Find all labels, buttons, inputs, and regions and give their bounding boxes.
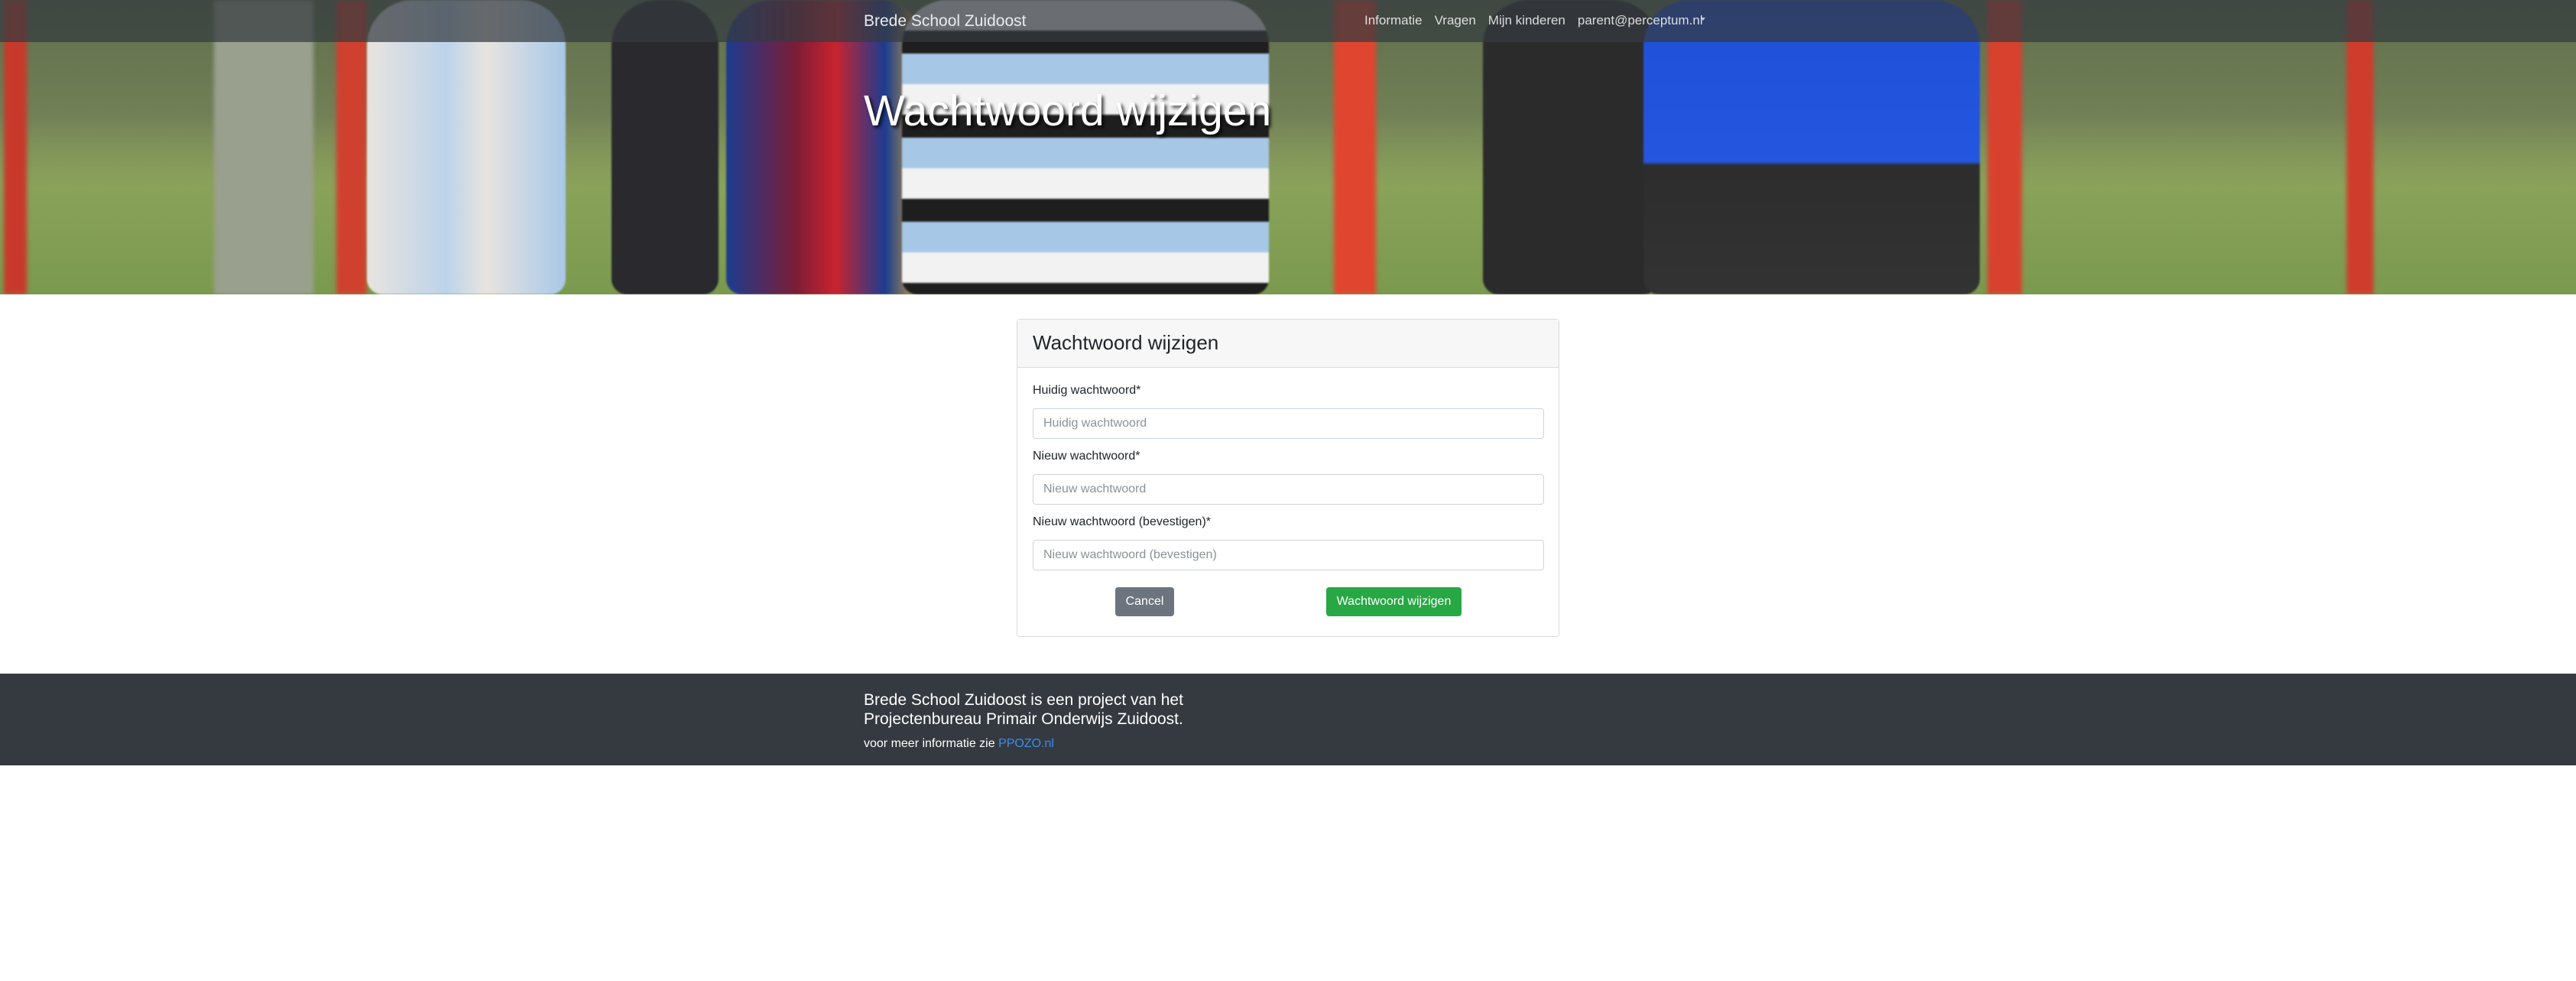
current-password-input[interactable] <box>1033 408 1544 439</box>
brand-link[interactable]: Brede School Zuidoost <box>864 11 1026 31</box>
hero-person <box>726 0 925 294</box>
hero-person <box>902 0 1269 294</box>
change-password-card: Wachtwoord wijzigen Huidig wachtwoord* N… <box>1017 319 1559 637</box>
current-password-label: Huidig wachtwoord* <box>1033 384 1141 397</box>
card-title: Wachtwoord wijzigen <box>1033 331 1219 354</box>
cancel-button[interactable]: Cancel <box>1115 587 1174 616</box>
hero-fence-post <box>336 0 367 294</box>
page-footer: Brede School Zuidoost is een project van… <box>0 674 2576 765</box>
hero-fence-post <box>4 0 27 294</box>
new-password-input[interactable] <box>1033 474 1544 505</box>
hero-person <box>612 0 719 294</box>
footer-description: Brede School Zuidoost is een project van… <box>864 691 1183 728</box>
hero-fence-post <box>1334 0 1376 294</box>
nav-link-user-account[interactable]: parent@perceptum.nl <box>1578 12 1703 29</box>
hero-fence-post <box>2347 0 2373 294</box>
nav-link-informatie[interactable]: Informatie <box>1364 12 1423 29</box>
hero-fence-post <box>1987 0 2022 294</box>
nav-link-vragen[interactable]: Vragen <box>1435 12 1476 29</box>
ppozo-link[interactable]: PPOZO.nl <box>998 737 1054 750</box>
change-password-submit-button[interactable]: Wachtwoord wijzigen <box>1326 587 1462 616</box>
page-title: Wachtwoord wijzigen <box>864 86 1272 135</box>
hero-banner-image <box>0 0 2576 294</box>
new-password-label: Nieuw wachtwoord* <box>1033 450 1140 463</box>
footer-more-info: voor meer informatie zie PPOZO.nl <box>864 736 1054 752</box>
confirm-password-label: Nieuw wachtwoord (bevestigen)* <box>1033 515 1211 528</box>
card-header: Wachtwoord wijzigen <box>1017 320 1559 368</box>
footer-more-prefix: voor meer informatie zie <box>864 737 995 750</box>
hero-person <box>367 0 566 294</box>
hero-person <box>1483 0 1659 294</box>
nav-link-mijn-kinderen[interactable]: Mijn kinderen <box>1488 12 1565 29</box>
hero-fence-post <box>214 0 313 294</box>
top-navbar: Brede School Zuidoost Informatie Vragen … <box>0 0 2576 42</box>
confirm-password-input[interactable] <box>1033 540 1544 570</box>
caret-down-icon[interactable] <box>1701 18 1705 21</box>
hero-person <box>1643 0 1980 294</box>
nav-menu: Informatie Vragen Mijn kinderen parent@p… <box>1364 12 1715 29</box>
